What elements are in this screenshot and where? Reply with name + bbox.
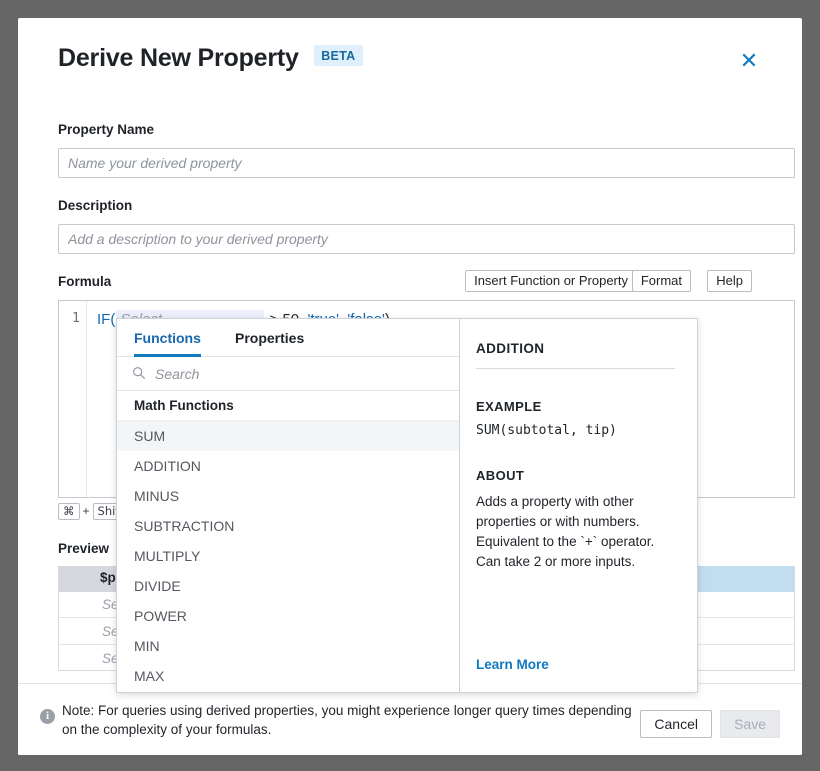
function-item-addition[interactable]: ADDITION xyxy=(117,451,459,481)
formula-token-function: IF xyxy=(97,311,110,328)
learn-more-link[interactable]: Learn More xyxy=(476,657,549,672)
formula-gutter: 1 xyxy=(59,301,87,497)
function-item-power[interactable]: POWER xyxy=(117,601,459,631)
kbd-command-icon: ⌘ xyxy=(58,503,80,520)
function-item-min[interactable]: MIN xyxy=(117,631,459,661)
detail-example-code: SUM(subtotal, tip) xyxy=(476,423,675,438)
function-item-max[interactable]: MAX xyxy=(117,661,459,691)
detail-title: ADDITION xyxy=(476,341,675,356)
function-item-multiply[interactable]: MULTIPLY xyxy=(117,541,459,571)
page-title: Derive New Property xyxy=(58,44,299,73)
function-item-sum[interactable]: SUM xyxy=(117,421,459,451)
save-button: Save xyxy=(720,710,780,738)
tab-properties[interactable]: Properties xyxy=(235,319,304,357)
formula-token-open-paren: ( xyxy=(110,311,115,328)
format-button[interactable]: Format xyxy=(632,270,691,292)
dialog-header: Derive New Property BETA ✕ xyxy=(58,44,762,94)
popover-detail-pane: ADDITION EXAMPLE SUM(subtotal, tip) ABOU… xyxy=(460,319,697,692)
search-input[interactable] xyxy=(153,357,451,390)
insert-function-or-property-button[interactable]: Insert Function or Property xyxy=(465,270,637,292)
detail-example-label: EXAMPLE xyxy=(476,399,675,414)
preview-header-right-cell xyxy=(699,566,794,592)
detail-divider xyxy=(476,368,675,369)
kbd-plus: + xyxy=(80,504,93,518)
tab-functions[interactable]: Functions xyxy=(134,319,201,357)
dialog-footer: i Note: For queries using derived proper… xyxy=(18,683,802,755)
formula-label: Formula xyxy=(58,274,111,289)
derive-new-property-dialog: Derive New Property BETA ✕ Property Name… xyxy=(18,18,802,755)
function-list[interactable]: Math Functions SUM ADDITION MINUS SUBTRA… xyxy=(117,391,459,692)
preview-label: Preview xyxy=(58,541,109,556)
popover-search-row xyxy=(117,357,459,391)
function-item-subtraction[interactable]: SUBTRACTION xyxy=(117,511,459,541)
popover-tabs: Functions Properties xyxy=(117,319,459,357)
detail-about-text: Adds a property with other properties or… xyxy=(476,492,681,572)
beta-badge: BETA xyxy=(314,45,362,66)
popover-left-pane: Functions Properties Math Functions SUM … xyxy=(117,319,460,692)
search-icon xyxy=(132,366,146,380)
help-button[interactable]: Help xyxy=(707,270,752,292)
info-icon: i xyxy=(40,709,55,724)
line-number: 1 xyxy=(72,310,80,326)
insert-function-popover: Functions Properties Math Functions SUM … xyxy=(116,318,698,693)
property-name-input[interactable] xyxy=(58,148,795,178)
description-label: Description xyxy=(58,198,132,213)
description-input[interactable] xyxy=(58,224,795,254)
function-group-label: Math Functions xyxy=(117,391,459,421)
cancel-button[interactable]: Cancel xyxy=(640,710,712,738)
function-item-minus[interactable]: MINUS xyxy=(117,481,459,511)
preview-label-text: Preview xyxy=(58,541,109,556)
function-item-divide[interactable]: DIVIDE xyxy=(117,571,459,601)
footer-note: Note: For queries using derived properti… xyxy=(62,701,632,739)
detail-about-label: ABOUT xyxy=(476,468,675,483)
close-icon[interactable]: ✕ xyxy=(736,49,762,75)
property-name-label: Property Name xyxy=(58,122,154,137)
